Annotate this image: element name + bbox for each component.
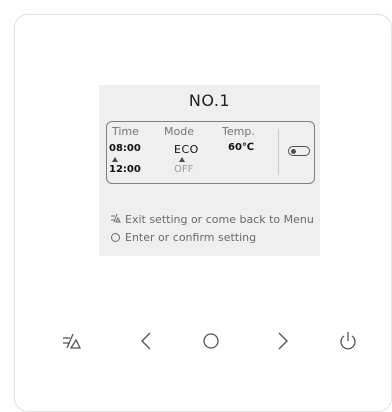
legend-back-text: Exit setting or come back to Menu (125, 213, 314, 226)
left-button[interactable] (132, 327, 160, 355)
power-icon (340, 332, 356, 350)
right-button[interactable] (269, 327, 297, 355)
mode-value: ECO (174, 143, 199, 156)
schedule-card[interactable]: Time Mode Temp. 08:00 12:00 ECO OFF 60℃ (106, 121, 315, 184)
back-legend-icon (109, 213, 121, 226)
time-start-text: 08:00 (109, 143, 141, 154)
screen-title: NO.1 (188, 91, 231, 110)
legend-confirm-text: Enter or confirm setting (125, 231, 257, 244)
legend-back: Exit setting or come back to Menu (109, 213, 314, 226)
chevron-right-icon (278, 332, 288, 350)
temp-value: 60℃ (228, 142, 255, 153)
back-button[interactable] (58, 327, 86, 355)
circle-icon (203, 333, 219, 349)
mode-column-header: Mode (164, 125, 194, 138)
mode-arrow-icon (179, 157, 185, 162)
toggle-knob (291, 148, 296, 154)
back-icon (63, 333, 82, 349)
legend-confirm: Enter or confirm setting (109, 231, 256, 244)
card-divider (278, 129, 279, 175)
mode-off-value: OFF (174, 164, 194, 175)
time-end-value: 12:00 (109, 164, 141, 175)
power-button[interactable] (334, 327, 362, 355)
display-screen: NO.1 Time Mode Temp. 08:00 12:00 ECO OFF… (99, 85, 320, 256)
time-start-value: 08:00 (109, 143, 141, 154)
time-arrow-icon (112, 157, 118, 162)
chevron-left-icon (141, 332, 151, 350)
temp-column-header: Temp. (222, 125, 255, 138)
confirm-button[interactable] (197, 327, 225, 355)
time-column-header: Time (112, 125, 139, 138)
toggle-switch[interactable] (288, 146, 310, 156)
circle-legend-icon (109, 231, 121, 244)
